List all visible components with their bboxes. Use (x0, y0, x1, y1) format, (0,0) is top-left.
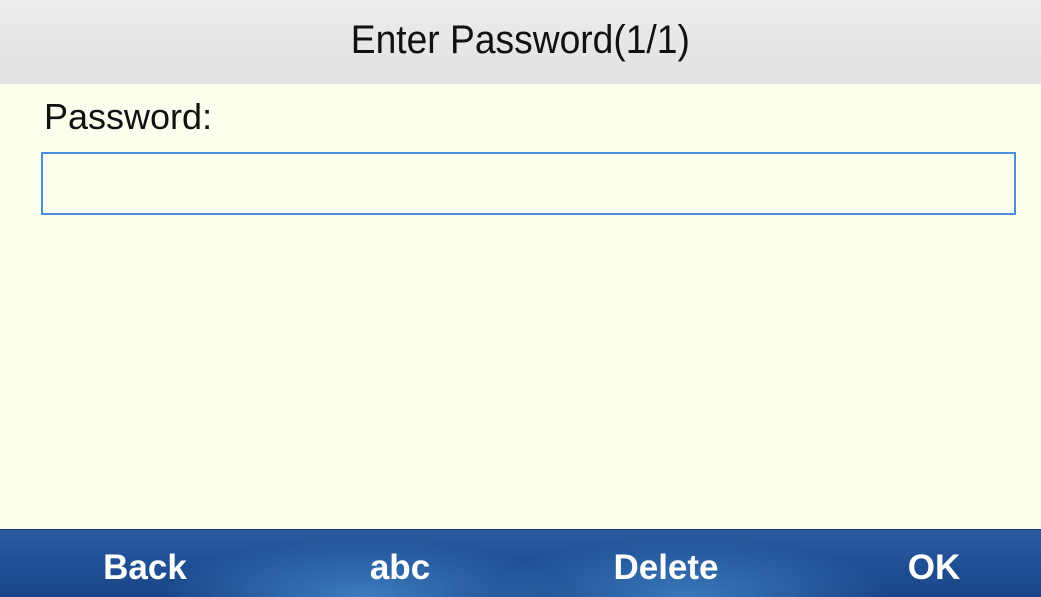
back-softkey[interactable]: Back (45, 530, 245, 597)
title-bar: Enter Password(1/1) (0, 0, 1041, 84)
content-area: Password: (0, 84, 1041, 529)
ok-softkey-label: OK (907, 548, 961, 587)
back-softkey-label: Back (103, 548, 187, 587)
input-mode-softkey[interactable]: abc (300, 530, 500, 597)
password-input[interactable] (41, 152, 1016, 215)
phone-screen: Enter Password(1/1) Password: Back abc D… (0, 0, 1041, 597)
password-label: Password: (44, 96, 213, 137)
input-mode-softkey-label: abc (369, 548, 431, 587)
softkey-bar: Back abc Delete OK (0, 529, 1041, 597)
delete-softkey-label: Delete (613, 548, 719, 587)
ok-softkey[interactable]: OK (834, 530, 1034, 597)
page-title: Enter Password(1/1) (350, 17, 691, 62)
delete-softkey[interactable]: Delete (566, 530, 766, 597)
